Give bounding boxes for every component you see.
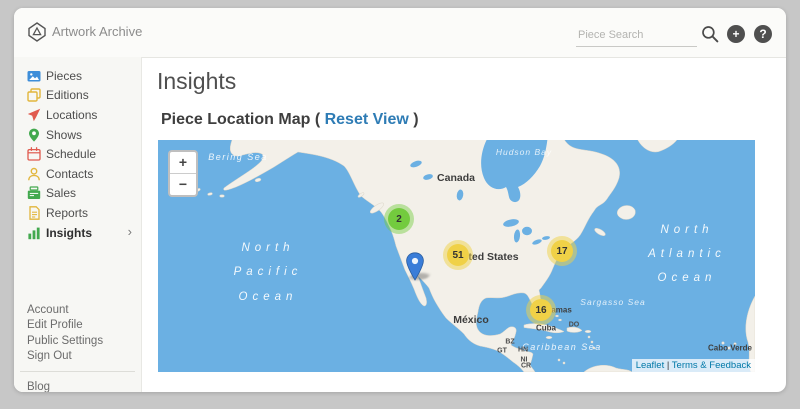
sidebar: Pieces Editions Locations Shows Schedule Cont… [14,57,142,392]
screenshot-canvas: Artwork Archive + ? Pieces Editions Locati… [0,0,800,409]
editions-icon [27,88,41,102]
map-zoom-control: + − [168,150,198,197]
map-section-title-suffix: ) [409,111,419,128]
antilles-island [593,347,595,349]
antilles-island [591,341,593,343]
bahamas-island [555,315,558,317]
sidebar-item-locations[interactable]: Locations [14,105,141,125]
antilles-island [558,359,560,361]
sidebar-item-label: Pieces [46,69,82,83]
sidebar-item-blog[interactable]: Blog [27,381,50,392]
cluster-marker-51[interactable]: 51 [447,244,469,266]
attribution-divider: | [664,360,672,371]
artwork-archive-logo-icon [27,22,47,42]
plus-icon: + [732,28,739,40]
jamaica [546,336,552,338]
shows-icon [27,128,41,142]
nova-scotia [594,227,607,237]
sidebar-item-label: Locations [46,108,97,122]
sidebar-item-label: Contacts [46,167,93,181]
sidebar-link-edit-profile[interactable]: Edit Profile [14,318,141,334]
pieces-icon [27,69,41,83]
lake-huron [522,227,532,235]
schedule-icon [27,147,41,161]
sidebar-link-public-settings[interactable]: Public Settings [14,333,141,349]
top-header: Artwork Archive + ? [14,8,786,58]
aleutian-island [207,192,212,196]
search-input[interactable] [576,24,697,47]
sidebar-item-shows[interactable]: Shows [14,125,141,145]
greenland-tip [636,140,679,152]
antilles-island [588,336,590,338]
cabo-verde-island [728,347,731,350]
terms-feedback-link[interactable]: Terms & Feedback [672,360,751,371]
question-icon: ? [759,28,766,40]
hispaniola-island [567,327,582,332]
map-pin-icon [405,252,425,282]
zoom-out-button[interactable]: − [170,173,196,195]
south-america-coast [584,365,632,372]
sidebar-item-label: Reports [46,206,88,220]
search-icon[interactable] [701,25,719,43]
sidebar-divider [20,371,135,372]
locations-icon [27,108,41,122]
app-window: Artwork Archive + ? Pieces Editions Locati… [14,8,786,392]
cluster-marker-16[interactable]: 16 [530,299,552,321]
insights-icon [27,226,41,240]
sidebar-footer-links: AccountEdit ProfilePublic SettingsSign O… [14,302,141,364]
contacts-icon [27,167,41,181]
sidebar-item-pieces[interactable]: Pieces [14,66,141,86]
puerto-rico [585,330,591,332]
sidebar-item-label: Shows [46,128,82,142]
sidebar-item-schedule[interactable]: Schedule [14,144,141,164]
map[interactable]: Bering SeaHudson BayCanadaNorthPacificOc… [158,140,755,372]
sidebar-item-contacts[interactable]: Contacts [14,164,141,184]
cluster-marker-17[interactable]: 17 [551,240,573,262]
help-button[interactable]: ? [754,25,772,43]
cluster-marker-2[interactable]: 2 [388,208,410,230]
sidebar-nav: Pieces Editions Locations Shows Schedule Cont… [14,66,141,242]
kodiak-island [255,178,262,183]
sidebar-item-editions[interactable]: Editions [14,86,141,106]
sidebar-item-label: Insights [46,226,92,240]
cabo-verde-island [722,342,725,345]
sidebar-item-label: Schedule [46,147,96,161]
aleutian-island [220,195,225,197]
sidebar-item-label: Sales [46,186,76,200]
sidebar-link-account[interactable]: Account [14,302,141,318]
reports-icon [27,206,41,220]
brand-name: Artwork Archive [52,24,142,39]
map-section-title: Piece Location Map ( Reset View ) [161,111,419,129]
bahamas-island [558,319,561,321]
chevron-right-icon: › [128,224,132,239]
sidebar-item-sales[interactable]: Sales [14,184,141,204]
map-section-title-prefix: Piece Location Map ( [161,111,325,128]
sales-icon [27,186,41,200]
map-pin-marker[interactable] [405,252,425,282]
sidebar-link-sign-out[interactable]: Sign Out [14,349,141,365]
zoom-in-button[interactable]: + [170,152,196,173]
map-attribution: Leaflet | Terms & Feedback [632,359,755,372]
antilles-island [563,362,565,364]
sidebar-item-label: Editions [46,88,89,102]
reset-view-link[interactable]: Reset View [325,111,409,128]
newfoundland [617,206,635,220]
sidebar-item-insights[interactable]: Insights › [14,223,141,243]
cabo-verde-island [734,343,737,346]
page-title: Insights [157,68,236,95]
cuba-island [524,324,564,333]
add-piece-button[interactable]: + [727,25,745,43]
sidebar-item-reports[interactable]: Reports [14,203,141,223]
leaflet-link[interactable]: Leaflet [636,360,665,371]
